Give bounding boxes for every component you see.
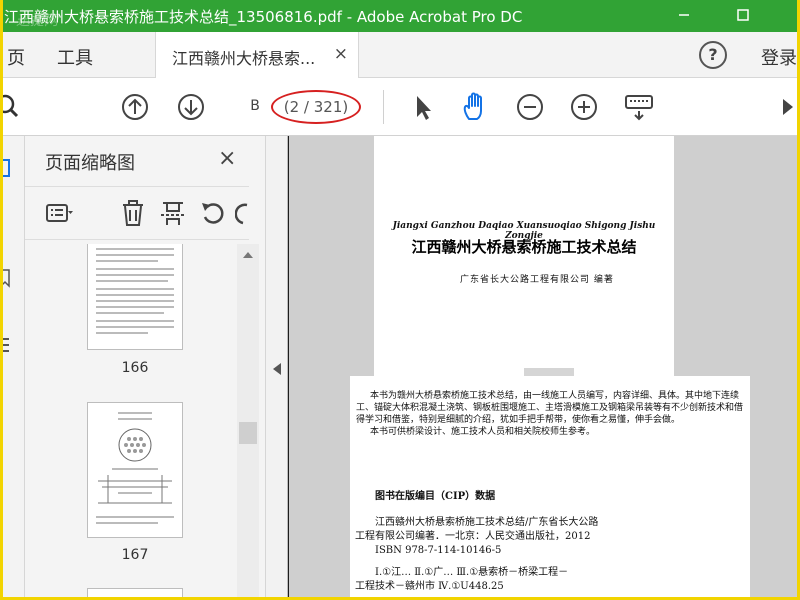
thumbnail-page-167[interactable] [87, 402, 183, 538]
thumbnail-number: 167 [121, 547, 149, 563]
menu-home[interactable]: 页 [7, 44, 25, 70]
zoom-out-icon[interactable] [514, 91, 546, 123]
zoom-in-icon[interactable] [568, 91, 600, 123]
panel-close-button[interactable]: × [218, 146, 236, 171]
extract-pages-icon[interactable] [159, 199, 187, 227]
book-author: 广东省长大公路工程有限公司 编著 [460, 275, 614, 285]
cip-line: 江西赣州大桥悬索桥施工技术总结/广东省长大公路 [375, 517, 599, 528]
maximize-icon [737, 9, 749, 21]
panel-title: 页面缩略图 [45, 153, 135, 174]
classification-line: 工程技术－赣州市 Ⅳ.①U448.25 [355, 581, 504, 592]
tab-bar: 页 工具 江西赣州大桥悬索... × ? 登录 [3, 32, 797, 78]
thumbnail-list: 166 167 [25, 244, 243, 597]
page-preview-166 [96, 248, 174, 334]
thumbnail-number: 166 [121, 360, 149, 376]
collapse-panel-icon[interactable] [271, 362, 283, 376]
title-bar: 江西赣州大桥悬索桥施工技术总结_13506816.pdf - Adobe Acr… [0, 0, 800, 32]
previous-page-icon[interactable] [119, 91, 151, 123]
delete-icon[interactable] [119, 199, 147, 227]
document-view[interactable]: Jiangxi Ganzhou Daqiao Xuansuoqiao Shigo… [289, 136, 797, 597]
thumbnail-toolbar [25, 186, 249, 240]
select-cursor-icon[interactable] [406, 91, 438, 123]
keyboard-icon[interactable] [623, 91, 655, 123]
frame-border-left [0, 0, 3, 600]
intro-line: 得学习和借鉴，特别是细腻的介绍，犹如手把手帮带，使你看之易懂，伸手会做。 [356, 415, 681, 425]
cip-line: ISBN 978-7-114-10146-5 [375, 545, 502, 556]
thumbnail-scrollbar[interactable] [237, 244, 259, 597]
page-preview-167 [96, 412, 174, 524]
cip-line: 工程有限公司编著．一北京：人民交通出版社，2012 [355, 531, 591, 542]
watermark: 迅捷网 [16, 13, 58, 29]
classification-line: Ⅰ.①江… Ⅱ.①广… Ⅲ.①悬索桥－桥梁工程－ [375, 567, 569, 578]
cip-heading: 图书在版编目（CIP）数据 [375, 491, 496, 502]
page-count: (2 / 321) [271, 90, 361, 124]
hand-tool-icon[interactable] [459, 91, 491, 123]
book-title: 江西赣州大桥悬索桥施工技术总结 [411, 238, 637, 256]
tab-close-button[interactable]: × [334, 44, 348, 64]
clipped-heading [524, 368, 574, 376]
panel-splitter[interactable] [265, 136, 288, 597]
intro-line: 本书可供桥梁设计、施工技术人员和相关院校师生参考。 [370, 427, 596, 437]
login-button[interactable]: 登录 [761, 44, 797, 70]
minimize-icon [679, 14, 689, 16]
window-title: 江西赣州大桥悬索桥施工技术总结_13506816.pdf - Adobe Acr… [4, 8, 523, 26]
minimize-button[interactable] [672, 4, 696, 26]
search-icon[interactable] [0, 91, 27, 123]
intro-line: 工、锚碇大体积混凝土浇筑、钢板桩围堰施工、主塔滑模施工及钢箱梁吊装等有不少创新技… [356, 403, 744, 413]
intro-line: 本书为赣州大桥悬索桥施工技术总结，由一线施工人员编写，内容详细、具体。其中地下连… [370, 391, 740, 401]
maximize-button[interactable] [731, 4, 755, 26]
rotate-clockwise-icon[interactable] [235, 199, 249, 227]
rotate-counterclockwise-icon[interactable] [199, 199, 227, 227]
document-tab-label: 江西赣州大桥悬索... [172, 49, 316, 68]
thumbnails-panel: 页面缩略图 × 166 167 [25, 136, 265, 597]
scroll-up-icon[interactable] [241, 248, 255, 262]
scrollbar-thumb[interactable] [239, 422, 257, 444]
page-number-input[interactable]: B [243, 95, 267, 117]
toolbar-divider [383, 90, 384, 124]
thumbnail-page-next[interactable] [87, 588, 183, 597]
help-button[interactable]: ? [699, 41, 727, 69]
options-menu-icon[interactable] [45, 199, 73, 227]
toolbar: B (2 / 321) [0, 78, 797, 136]
thumbnail-page-166[interactable] [87, 244, 183, 350]
navigation-strip [0, 136, 25, 597]
next-page-icon[interactable] [175, 91, 207, 123]
menu-tools[interactable]: 工具 [57, 44, 93, 70]
document-tab[interactable]: 江西赣州大桥悬索... × [155, 32, 359, 78]
pdf-page-title: Jiangxi Ganzhou Daqiao Xuansuoqiao Shigo… [374, 136, 674, 376]
pdf-page-copyright: 本书为赣州大桥悬索桥施工技术总结，由一线施工人员编写，内容详细、具体。其中地下连… [350, 376, 750, 597]
